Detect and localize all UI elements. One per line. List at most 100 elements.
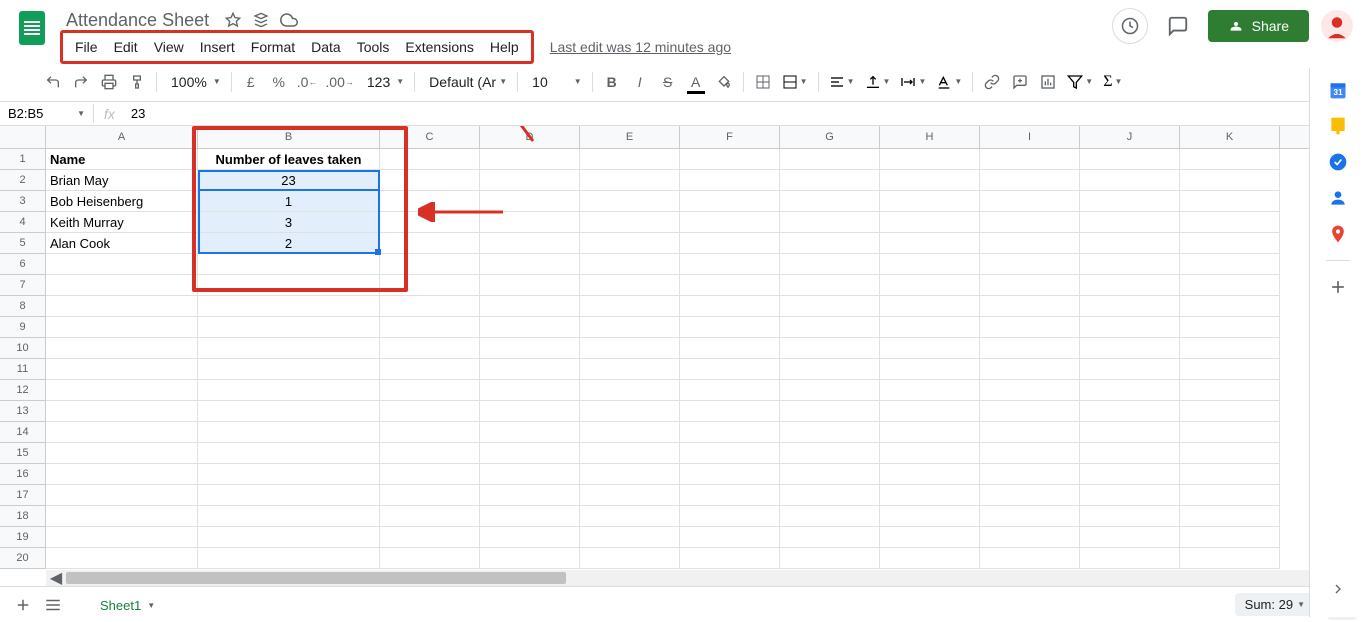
insert-chart-button[interactable] bbox=[1035, 69, 1061, 95]
cell[interactable] bbox=[980, 527, 1080, 548]
cell[interactable] bbox=[780, 296, 880, 317]
comment-icon[interactable] bbox=[1160, 8, 1196, 44]
font-dropdown[interactable]: Default (Ari...▼ bbox=[421, 74, 511, 90]
cell[interactable] bbox=[198, 443, 380, 464]
cell[interactable] bbox=[680, 401, 780, 422]
cell[interactable] bbox=[1180, 443, 1280, 464]
sheet-tab[interactable]: Sheet1▼ bbox=[88, 591, 167, 619]
cell[interactable] bbox=[198, 506, 380, 527]
row-header[interactable]: 8 bbox=[0, 296, 46, 317]
cell[interactable] bbox=[980, 191, 1080, 212]
cell[interactable]: Name bbox=[46, 149, 198, 170]
cell[interactable] bbox=[880, 359, 980, 380]
row-header[interactable]: 17 bbox=[0, 485, 46, 506]
menu-view[interactable]: View bbox=[146, 35, 192, 59]
cell[interactable] bbox=[46, 338, 198, 359]
cell[interactable] bbox=[1180, 254, 1280, 275]
row-header[interactable]: 16 bbox=[0, 464, 46, 485]
cell[interactable] bbox=[780, 254, 880, 275]
cell[interactable] bbox=[780, 464, 880, 485]
cell[interactable] bbox=[480, 548, 580, 569]
star-icon[interactable] bbox=[223, 10, 243, 30]
bold-button[interactable]: B bbox=[599, 69, 625, 95]
cell[interactable] bbox=[480, 443, 580, 464]
cell[interactable] bbox=[480, 506, 580, 527]
all-sheets-button[interactable] bbox=[38, 590, 68, 620]
cell[interactable] bbox=[1080, 212, 1180, 233]
cell[interactable] bbox=[880, 317, 980, 338]
col-header-C[interactable]: C bbox=[380, 126, 480, 148]
cell[interactable] bbox=[980, 212, 1080, 233]
cell[interactable] bbox=[680, 338, 780, 359]
cell[interactable] bbox=[1080, 548, 1180, 569]
cell[interactable] bbox=[580, 233, 680, 254]
cell[interactable] bbox=[680, 485, 780, 506]
cell[interactable] bbox=[46, 317, 198, 338]
cell[interactable] bbox=[1180, 149, 1280, 170]
menu-data[interactable]: Data bbox=[303, 35, 349, 59]
cell[interactable] bbox=[780, 359, 880, 380]
cell[interactable] bbox=[580, 422, 680, 443]
tasks-icon[interactable] bbox=[1328, 152, 1348, 172]
sheets-logo[interactable] bbox=[12, 8, 52, 48]
cell[interactable] bbox=[1080, 275, 1180, 296]
cell[interactable] bbox=[680, 317, 780, 338]
scroll-left-icon[interactable]: ◀ bbox=[46, 568, 66, 588]
share-button[interactable]: Share bbox=[1208, 10, 1309, 42]
cell[interactable] bbox=[1180, 506, 1280, 527]
cell[interactable] bbox=[880, 191, 980, 212]
cell[interactable] bbox=[580, 359, 680, 380]
cell[interactable] bbox=[880, 296, 980, 317]
cell[interactable] bbox=[480, 464, 580, 485]
increase-decimal-button[interactable]: .00→ bbox=[322, 69, 356, 95]
horizontal-scrollbar[interactable]: ◀ ▶ bbox=[46, 570, 1365, 586]
cell[interactable] bbox=[380, 485, 480, 506]
cell[interactable] bbox=[1080, 149, 1180, 170]
cell[interactable] bbox=[780, 233, 880, 254]
cell[interactable] bbox=[46, 380, 198, 401]
cell[interactable] bbox=[480, 233, 580, 254]
cell[interactable] bbox=[380, 170, 480, 191]
cell[interactable] bbox=[780, 212, 880, 233]
cell[interactable] bbox=[780, 275, 880, 296]
cell[interactable] bbox=[1080, 317, 1180, 338]
cell[interactable] bbox=[380, 401, 480, 422]
undo-button[interactable] bbox=[40, 69, 66, 95]
cell[interactable] bbox=[1180, 401, 1280, 422]
borders-button[interactable] bbox=[750, 69, 776, 95]
cell[interactable] bbox=[380, 254, 480, 275]
cell[interactable] bbox=[780, 422, 880, 443]
cell[interactable] bbox=[580, 485, 680, 506]
cell[interactable] bbox=[980, 548, 1080, 569]
redo-button[interactable] bbox=[68, 69, 94, 95]
add-sheet-button[interactable] bbox=[8, 590, 38, 620]
col-header-K[interactable]: K bbox=[1180, 126, 1280, 148]
row-header[interactable]: 7 bbox=[0, 275, 46, 296]
account-avatar[interactable] bbox=[1321, 10, 1353, 42]
col-header-I[interactable]: I bbox=[980, 126, 1080, 148]
currency-button[interactable]: £ bbox=[238, 69, 264, 95]
keep-icon[interactable] bbox=[1328, 116, 1348, 136]
row-header[interactable]: 1 bbox=[0, 149, 46, 170]
cell[interactable] bbox=[380, 317, 480, 338]
col-header-A[interactable]: A bbox=[46, 126, 198, 148]
formula-input[interactable]: 23 bbox=[125, 104, 1365, 123]
move-icon[interactable] bbox=[251, 10, 271, 30]
cell[interactable] bbox=[1080, 191, 1180, 212]
cell[interactable] bbox=[580, 443, 680, 464]
horizontal-align-button[interactable]: ▼ bbox=[825, 74, 859, 90]
cell[interactable] bbox=[1180, 275, 1280, 296]
merge-cells-button[interactable]: ▼ bbox=[778, 74, 812, 90]
cell[interactable] bbox=[380, 149, 480, 170]
filter-button[interactable]: ▼ bbox=[1063, 74, 1097, 90]
col-header-G[interactable]: G bbox=[780, 126, 880, 148]
cell[interactable] bbox=[980, 233, 1080, 254]
cell[interactable] bbox=[198, 254, 380, 275]
cell[interactable] bbox=[980, 254, 1080, 275]
cell[interactable] bbox=[680, 422, 780, 443]
cell[interactable] bbox=[198, 317, 380, 338]
row-header[interactable]: 3 bbox=[0, 191, 46, 212]
cell[interactable] bbox=[580, 317, 680, 338]
row-header[interactable]: 19 bbox=[0, 527, 46, 548]
cell[interactable] bbox=[46, 527, 198, 548]
